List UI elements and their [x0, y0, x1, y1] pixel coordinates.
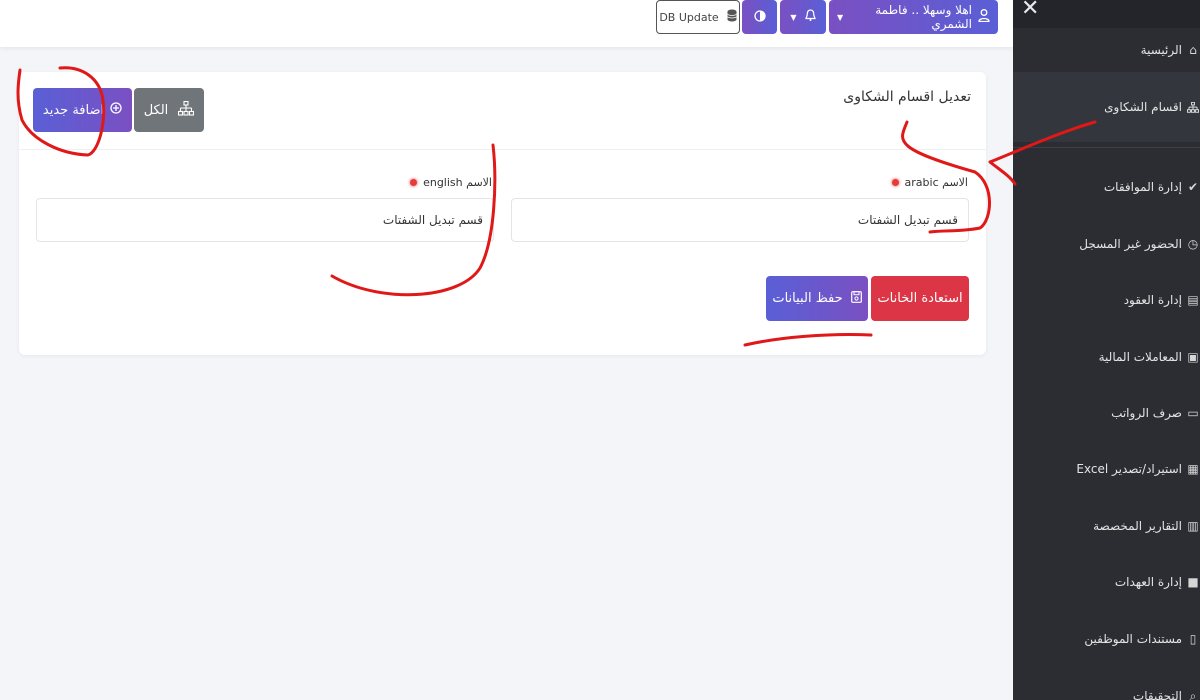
sidebar-item-home[interactable]: الرئيسية ⌂ [1013, 37, 1200, 63]
sidebar-item-label: المعاملات المالية [1098, 350, 1182, 364]
home-icon: ⌂ [1189, 43, 1197, 57]
edit-complaint-section-card: تعديل اقسام الشكاوى الكل اضافة جديد الاس… [19, 72, 986, 355]
english-name-label: الاسم english [410, 176, 492, 189]
reset-label: استعادة الخانات [877, 291, 963, 306]
sidebar-item-payroll[interactable]: صرف الرواتب ▭ [1013, 401, 1200, 425]
reset-fields-button[interactable]: استعادة الخانات [871, 276, 969, 321]
user-icon [978, 9, 990, 25]
sidebar-item-financial-transactions[interactable]: المعاملات المالية ▣ [1013, 345, 1200, 369]
sidebar-item-excel-import-export[interactable]: استيراد/تصدير Excel ▦ [1013, 457, 1200, 481]
sidebar-top: ✕ [1013, 0, 1200, 28]
arabic-name-input[interactable] [511, 198, 969, 242]
sitemap-icon [178, 100, 195, 120]
arabic-name-label: الاسم arabic [891, 176, 968, 189]
chart-icon: ▥ [1187, 519, 1199, 533]
close-icon[interactable]: ✕ [1021, 0, 1039, 21]
save-label: حفظ البيانات [772, 291, 843, 306]
wallet-icon: ▭ [1187, 406, 1199, 420]
notifications-button[interactable]: ▼ [780, 0, 826, 34]
main-area: اهلا وسهلا .. فاطمة الشمري ▼ ▼ DB Update… [0, 0, 1013, 700]
sidebar-item-approvals[interactable]: إدارة الموافقات ✔ [1013, 175, 1200, 199]
sitemap-icon [1186, 100, 1200, 114]
sidebar-item-label: اقسام الشكاوى [1104, 100, 1182, 114]
save-button[interactable]: حفظ البيانات [766, 276, 868, 321]
add-new-label: اضافة جديد [42, 102, 105, 118]
db-update-button[interactable]: DB Update [656, 0, 740, 34]
sidebar-divider [1013, 147, 1200, 148]
sidebar-item-label: الحضور غير المسجل [1079, 237, 1182, 251]
sidebar-item-contracts[interactable]: إدارة العقود ▤ [1013, 288, 1200, 312]
sidebar-item-unregistered-attendance[interactable]: الحضور غير المسجل ◷ [1013, 232, 1200, 256]
sidebar-item-label: التقارير المخصصة [1093, 519, 1182, 533]
clock-icon: ◷ [1187, 237, 1199, 251]
all-button[interactable]: الكل [134, 88, 204, 132]
sidebar-item-label: إدارة العهدات [1114, 575, 1182, 589]
sidebar-item-label: صرف الرواتب [1111, 406, 1182, 420]
user-greeting: اهلا وسهلا .. فاطمة الشمري [875, 3, 972, 31]
sidebar-item-label: إدارة العقود [1123, 293, 1182, 307]
bell-icon [804, 9, 816, 25]
sidebar-item-complaint-sections[interactable]: اقسام الشكاوى [1013, 72, 1200, 142]
db-update-label: DB Update [659, 10, 719, 24]
sidebar-item-custody[interactable]: إدارة العهدات ■ [1013, 570, 1200, 594]
box-icon: ■ [1187, 575, 1199, 589]
sidebar-item-label: استيراد/تصدير Excel [1076, 462, 1182, 476]
sidebar-item-custom-reports[interactable]: التقارير المخصصة ▥ [1013, 514, 1200, 538]
all-label: الكل [143, 102, 169, 118]
sidebar: ✕ الرئيسية ⌂ اقسام الشكاوى إدارة الموافق… [1013, 0, 1200, 700]
document-icon: ▯ [1189, 632, 1197, 646]
database-icon [727, 9, 737, 25]
required-dot-icon [410, 179, 418, 186]
sidebar-item-employee-documents[interactable]: مستندات الموظفين ▯ [1013, 627, 1200, 651]
sidebar-item-label: مستندات الموظفين [1084, 632, 1182, 646]
plus-circle-icon [110, 102, 122, 118]
check-circle-icon: ✔ [1187, 180, 1199, 194]
excel-icon: ▦ [1187, 462, 1199, 476]
top-navbar: اهلا وسهلا .. فاطمة الشمري ▼ ▼ DB Update [0, 0, 1013, 47]
sidebar-item-label: إدارة الموافقات [1103, 180, 1182, 194]
half-moon-icon [753, 9, 766, 25]
user-menu-button[interactable]: اهلا وسهلا .. فاطمة الشمري ▼ [829, 0, 998, 34]
search-icon: ⌕ [1189, 688, 1197, 700]
add-new-button[interactable]: اضافة جديد [33, 88, 132, 132]
caret-down-icon: ▼ [790, 12, 797, 22]
save-icon [850, 290, 862, 307]
money-icon: ▣ [1187, 350, 1199, 364]
english-name-input[interactable] [36, 198, 494, 242]
theme-toggle-button[interactable] [742, 0, 777, 34]
sidebar-item-investigations[interactable]: التحقيقات ⌕ [1013, 684, 1200, 700]
card-header: تعديل اقسام الشكاوى الكل اضافة جديد [19, 72, 986, 150]
contract-icon: ▤ [1187, 293, 1199, 307]
page-title: تعديل اقسام الشكاوى [843, 89, 971, 105]
sidebar-item-label: التحقيقات [1132, 689, 1182, 700]
sidebar-item-label: الرئيسية [1140, 43, 1182, 57]
caret-down-icon: ▼ [837, 12, 844, 22]
required-dot-icon [891, 179, 899, 186]
